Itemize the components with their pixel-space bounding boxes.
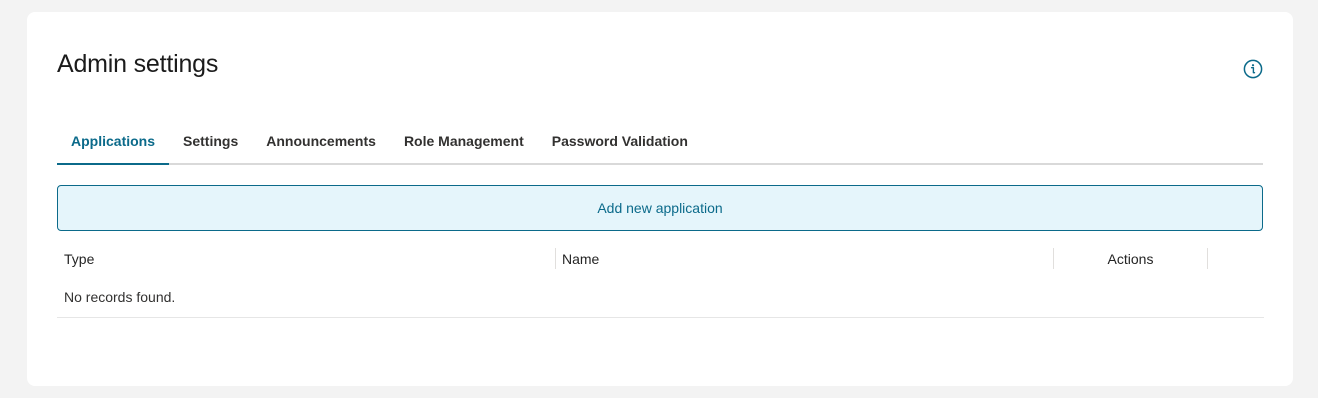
column-header-name[interactable]: Name bbox=[562, 247, 599, 279]
column-divider[interactable] bbox=[555, 248, 556, 269]
tab-bar: Applications Settings Announcements Role… bbox=[57, 130, 1263, 165]
page-title: Admin settings bbox=[57, 50, 219, 78]
admin-settings-card: Admin settings Applications Settings Ann… bbox=[27, 12, 1293, 386]
tab-role-management[interactable]: Role Management bbox=[390, 130, 538, 160]
column-divider[interactable] bbox=[1207, 248, 1208, 269]
column-header-actions: Actions bbox=[1107, 251, 1154, 267]
table-header: Type Name Actions bbox=[57, 247, 1264, 279]
info-icon[interactable] bbox=[1243, 59, 1263, 79]
tab-settings[interactable]: Settings bbox=[169, 130, 252, 160]
applications-table: Type Name Actions No records found. bbox=[57, 247, 1264, 318]
column-header-type[interactable]: Type bbox=[64, 247, 94, 279]
tab-applications[interactable]: Applications bbox=[57, 130, 170, 165]
tab-announcements[interactable]: Announcements bbox=[252, 130, 390, 160]
add-new-application-button[interactable]: Add new application bbox=[57, 185, 1263, 231]
tab-password-validation[interactable]: Password Validation bbox=[538, 130, 702, 160]
empty-state-message: No records found. bbox=[57, 283, 1264, 318]
